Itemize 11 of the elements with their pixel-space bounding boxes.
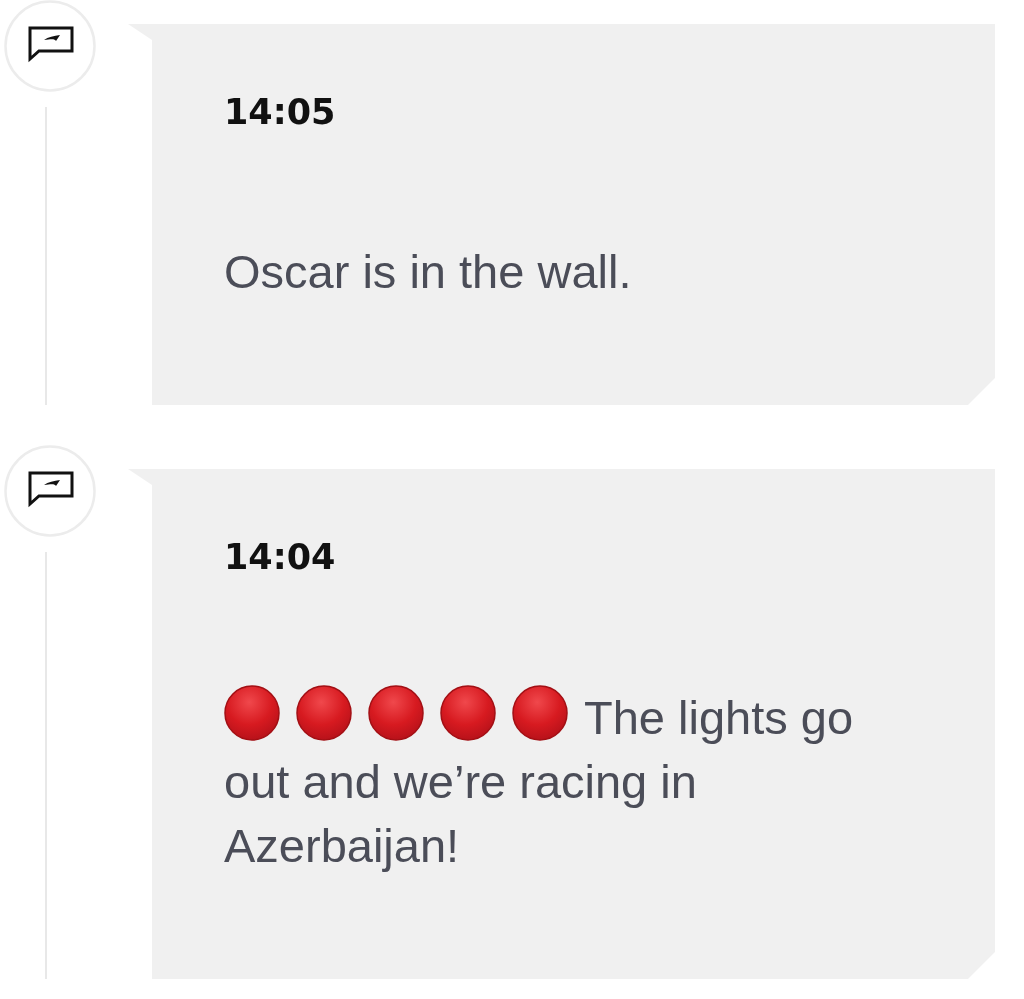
post-text: The lights go xyxy=(584,691,854,744)
circle-emoji-icon xyxy=(440,685,496,741)
post-text: out and we’re racing in Azerbaijan! xyxy=(224,754,698,874)
post-time: 14:05 xyxy=(224,92,336,132)
post-time: 14:04 xyxy=(224,537,336,577)
post-text: Oscar is in the wall. xyxy=(224,245,632,298)
circle-emoji-icon xyxy=(368,685,424,741)
speech-bubble-icon xyxy=(4,445,96,537)
circle-emoji-icon xyxy=(224,685,280,741)
circle-emoji-icon xyxy=(296,685,352,741)
circle-emoji-icon xyxy=(512,685,568,741)
